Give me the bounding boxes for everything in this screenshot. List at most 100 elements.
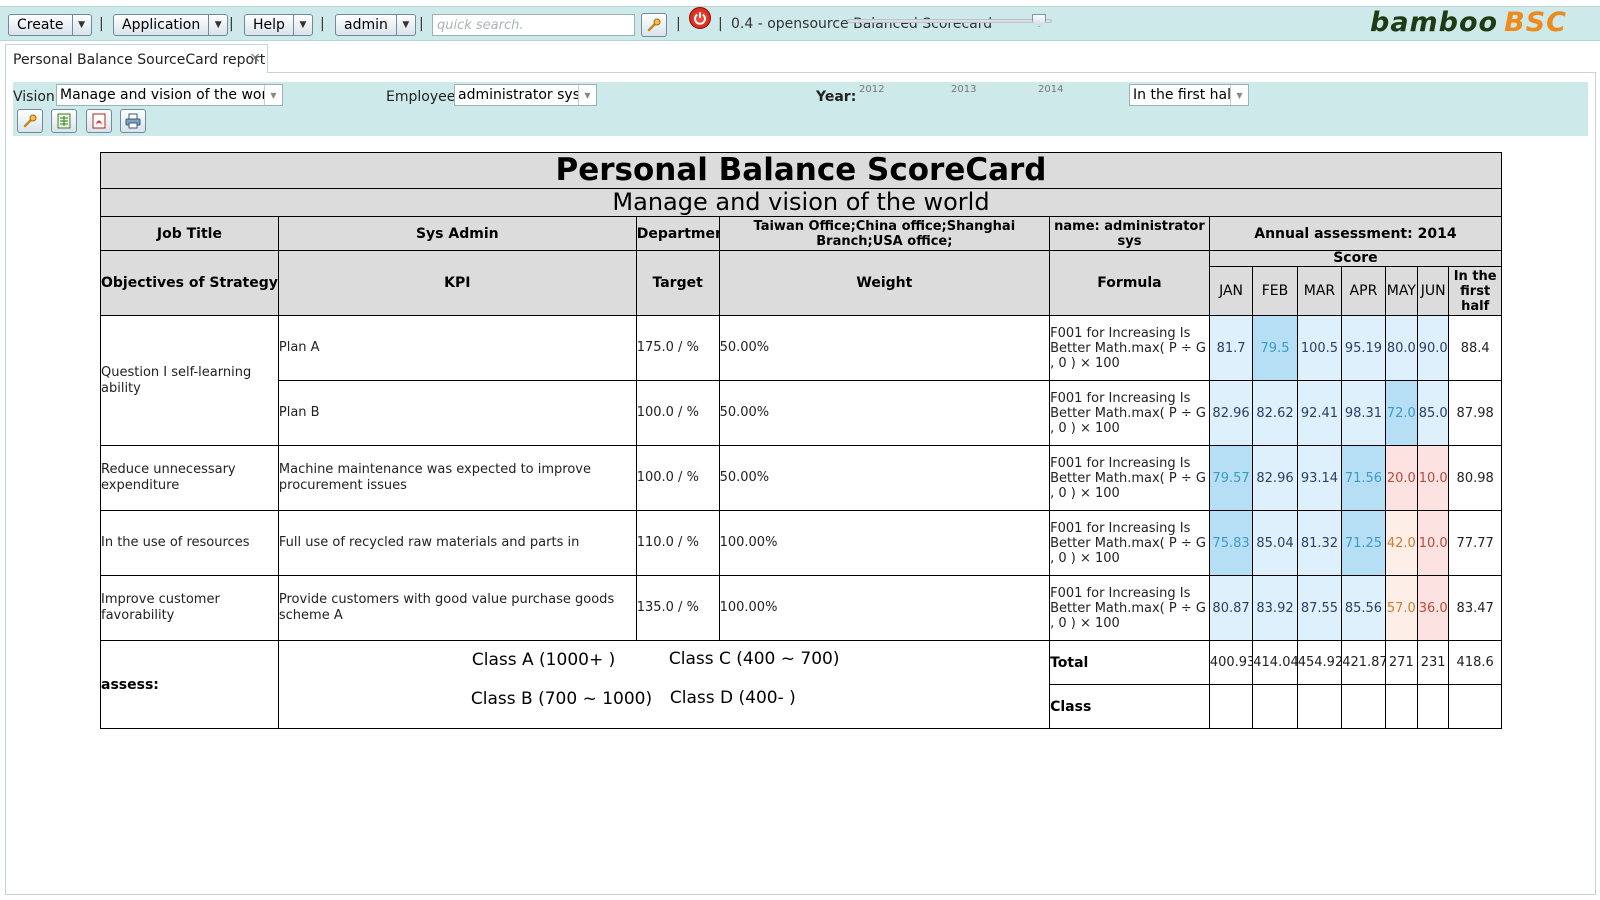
tab-personal-balance-scorecard-report[interactable]: Personal Balance SourceCard report × bbox=[5, 44, 268, 73]
logo-text-bsc: BSC bbox=[1504, 7, 1567, 38]
half-score-cell: 80.98 bbox=[1448, 445, 1502, 511]
search-button[interactable] bbox=[641, 13, 667, 37]
score-cell: 10.0 bbox=[1416, 510, 1450, 576]
score-cell: 81.32 bbox=[1296, 510, 1343, 576]
pdf-icon bbox=[92, 113, 106, 129]
class-legend: Class A (1000+ ) Class C (400 ~ 700) Cla… bbox=[277, 640, 1051, 729]
score-cell: 93.14 bbox=[1296, 445, 1343, 511]
table-row: In the use of resources Full use of recy… bbox=[100, 510, 1502, 576]
help-menu-button[interactable]: Help ▼ bbox=[244, 14, 313, 36]
job-title-header: Job Title bbox=[100, 216, 279, 251]
quick-search-input[interactable] bbox=[432, 14, 635, 36]
total-cell: 414.04 bbox=[1252, 640, 1298, 685]
query-button[interactable] bbox=[17, 109, 43, 133]
employee-label: Employee: bbox=[386, 89, 461, 105]
help-menu-label: Help bbox=[245, 15, 294, 35]
scorecard-report-table: Personal Balance ScoreCard Manage and vi… bbox=[100, 152, 1503, 729]
score-cell: 82.96 bbox=[1208, 380, 1254, 446]
class-cell bbox=[1252, 684, 1298, 729]
class-d-legend: Class D (400- ) bbox=[669, 687, 796, 708]
formula-cell: F001 for Increasing Is Better Math.max( … bbox=[1049, 445, 1210, 511]
score-cell: 36.0 bbox=[1416, 575, 1450, 641]
bamboo-bsc-logo: bamboo BSC bbox=[1370, 7, 1567, 38]
job-title-value: Sys Admin bbox=[277, 216, 637, 251]
employee-select-value: administrator sys bbox=[458, 87, 578, 103]
kpi-cell: Plan A bbox=[277, 315, 637, 381]
chevron-down-icon[interactable]: ▼ bbox=[73, 15, 91, 35]
score-cell: 85.04 bbox=[1252, 510, 1298, 576]
year-slider-track[interactable] bbox=[847, 19, 1052, 23]
create-menu-button[interactable]: Create ▼ bbox=[8, 14, 92, 36]
vision-select[interactable]: Manage and vision of the world ▼ bbox=[56, 84, 283, 106]
print-button[interactable] bbox=[120, 109, 146, 133]
chevron-down-icon[interactable]: ▼ bbox=[1230, 85, 1248, 105]
year-label: Year: bbox=[816, 89, 857, 105]
query-icon bbox=[23, 114, 37, 128]
annual-assessment: Annual assessment: 2014 bbox=[1208, 216, 1503, 251]
period-select[interactable]: In the first half ▼ bbox=[1129, 84, 1249, 106]
report-title: Personal Balance ScoreCard bbox=[100, 152, 1502, 189]
close-icon[interactable]: × bbox=[249, 50, 261, 66]
logo-text-bamboo: bamboo bbox=[1370, 7, 1499, 38]
class-cell bbox=[1341, 684, 1386, 729]
total-cell: 421.87 bbox=[1341, 640, 1386, 685]
score-cell: 79.57 bbox=[1208, 445, 1254, 511]
objective-cell: In the use of resources bbox=[100, 510, 279, 576]
score-cell: 10.0 bbox=[1416, 445, 1450, 511]
objectives-header: Objectives of Strategy bbox=[100, 250, 279, 316]
score-cell: 57.0 bbox=[1384, 575, 1419, 641]
score-cell: 71.56 bbox=[1341, 445, 1386, 511]
employee-select[interactable]: administrator sys ▼ bbox=[454, 84, 597, 106]
objective-cell: Reduce unnecessary expenditure bbox=[100, 445, 279, 511]
separator: | bbox=[229, 16, 234, 32]
kpi-cell: Full use of recycled raw materials and p… bbox=[277, 510, 637, 576]
chevron-down-icon[interactable]: ▼ bbox=[209, 15, 227, 35]
score-cell: 85.0 bbox=[1416, 380, 1450, 446]
weight-header: Weight bbox=[718, 250, 1051, 316]
separator: | bbox=[419, 16, 424, 32]
year-tick: 2014 bbox=[1038, 84, 1064, 95]
admin-menu-button[interactable]: admin ▼ bbox=[335, 14, 416, 36]
formula-cell: F001 for Increasing Is Better Math.max( … bbox=[1049, 380, 1210, 446]
export-excel-button[interactable] bbox=[51, 109, 77, 133]
total-cell: 400.93 bbox=[1208, 640, 1254, 685]
vision-label: Vision: bbox=[13, 89, 60, 105]
filter-bar: Vision: Manage and vision of the world ▼… bbox=[13, 82, 1588, 136]
separator: | bbox=[676, 16, 681, 32]
total-row: assess: Class A (1000+ ) Class C (400 ~ … bbox=[100, 640, 1502, 729]
application-menu-button[interactable]: Application ▼ bbox=[113, 14, 229, 36]
class-cell bbox=[1296, 684, 1343, 729]
chevron-down-icon[interactable]: ▼ bbox=[264, 85, 282, 105]
chevron-down-icon[interactable]: ▼ bbox=[578, 85, 596, 105]
score-cell: 42.0 bbox=[1384, 510, 1419, 576]
score-cell: 72.0 bbox=[1384, 380, 1419, 446]
month-header-may: MAY bbox=[1384, 266, 1419, 316]
score-cell: 98.31 bbox=[1341, 380, 1386, 446]
department-header: Department bbox=[635, 216, 720, 251]
print-icon bbox=[125, 113, 141, 129]
chevron-down-icon[interactable]: ▼ bbox=[397, 15, 415, 35]
kpi-header: KPI bbox=[277, 250, 637, 316]
year-tick: 2012 bbox=[859, 84, 885, 95]
query-icon bbox=[647, 18, 661, 32]
table-row: Question I self-learning ability Plan A … bbox=[100, 315, 1502, 446]
export-pdf-button[interactable] bbox=[86, 109, 112, 133]
month-header-jun: JUN bbox=[1416, 266, 1450, 316]
objective-cell: Improve customer favorability bbox=[100, 575, 279, 641]
score-cell: 95.19 bbox=[1341, 315, 1386, 381]
logout-power-icon[interactable] bbox=[689, 7, 711, 29]
target-header: Target bbox=[635, 250, 720, 316]
chevron-down-icon[interactable]: ▼ bbox=[294, 15, 312, 35]
month-header-apr: APR bbox=[1341, 266, 1386, 316]
score-cell: 82.96 bbox=[1252, 445, 1298, 511]
score-cell: 90.0 bbox=[1416, 315, 1450, 381]
total-cell: 231 bbox=[1416, 640, 1450, 685]
kpi-cell: Plan B bbox=[277, 380, 637, 446]
score-cell: 81.7 bbox=[1208, 315, 1254, 381]
department-value: Taiwan Office;China office;Shanghai Bran… bbox=[718, 216, 1051, 251]
application-menu-label: Application bbox=[114, 15, 210, 35]
month-header-mar: MAR bbox=[1296, 266, 1343, 316]
target-cell: 110.0 / % bbox=[635, 510, 720, 576]
formula-header: Formula bbox=[1049, 250, 1210, 316]
score-header: Score bbox=[1208, 250, 1503, 267]
